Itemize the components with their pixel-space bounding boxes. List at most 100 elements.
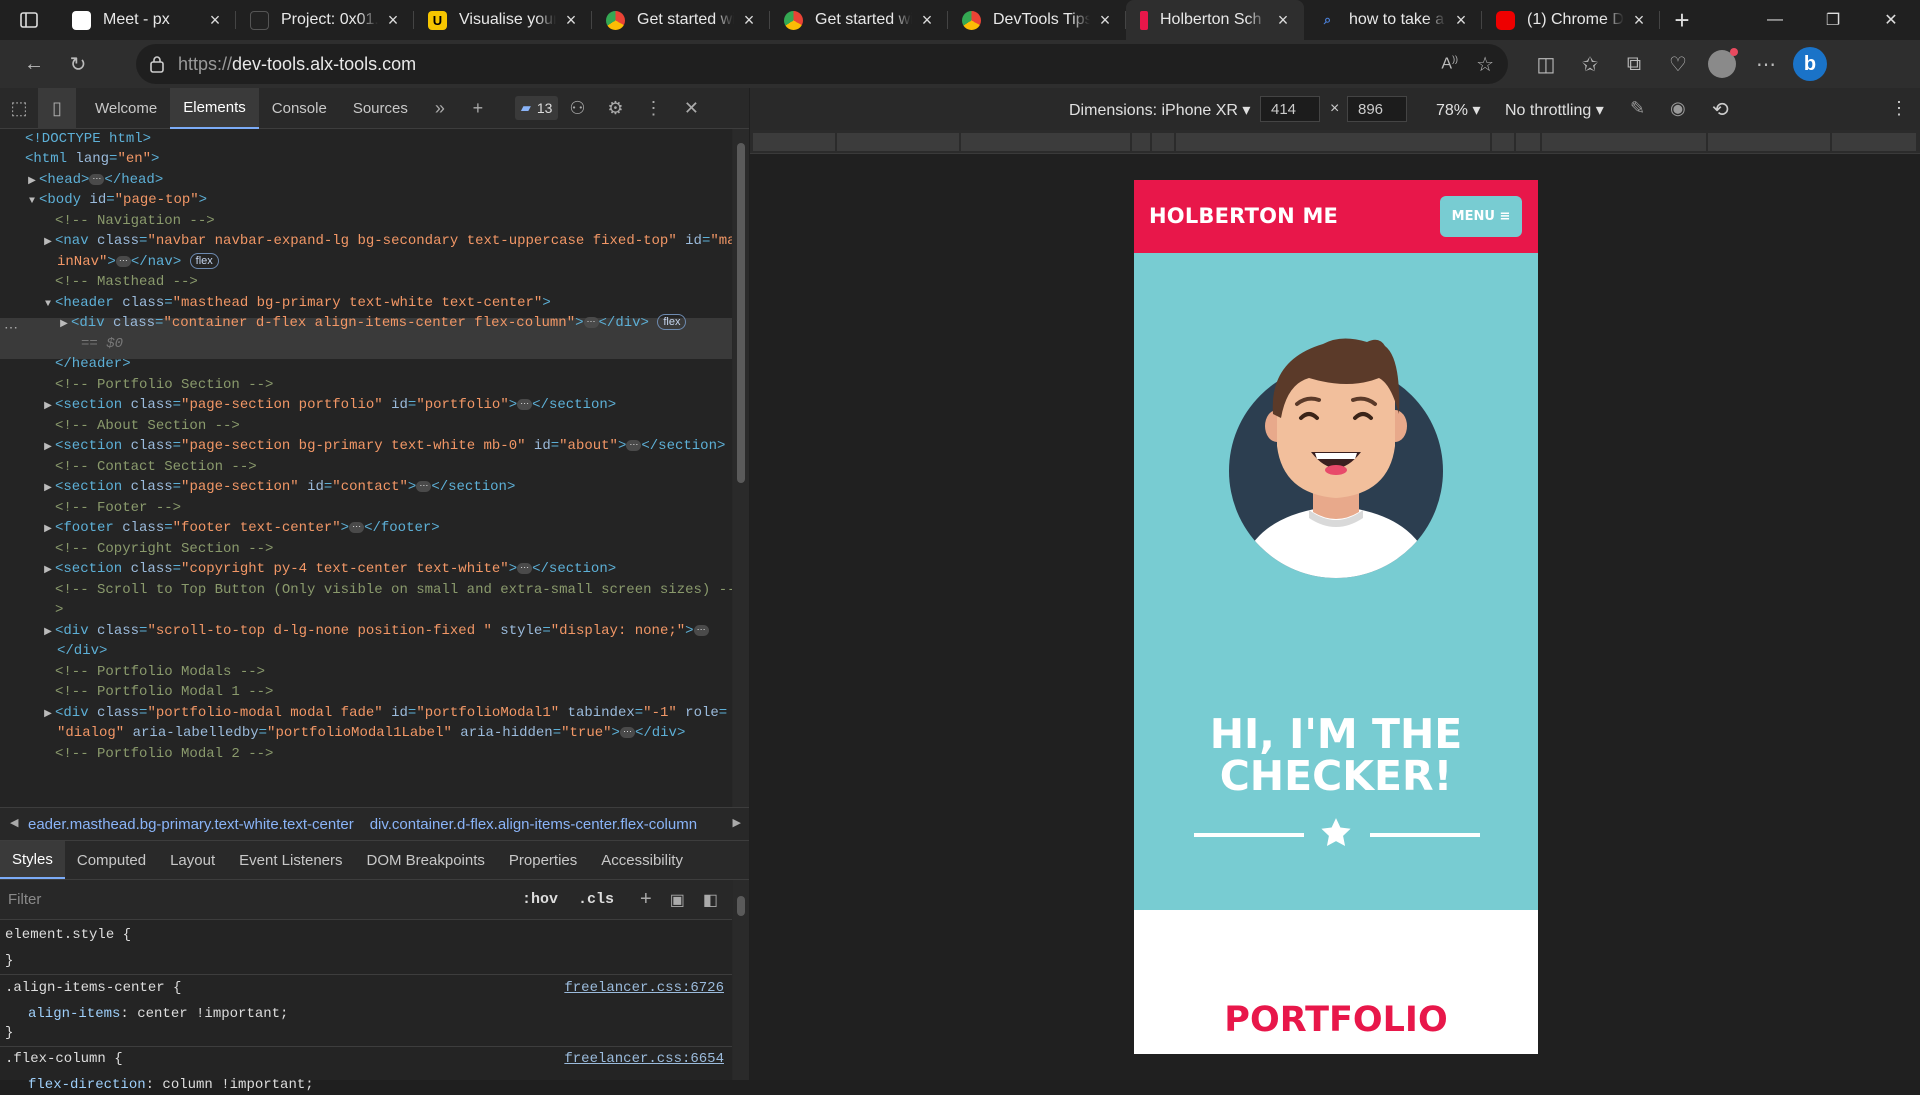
favorite-star-icon[interactable]: ☆: [1476, 52, 1494, 77]
vision-deficiency-icon[interactable]: ◉: [1670, 98, 1686, 119]
breadcrumb-div[interactable]: div.container.d-flex.align-items-center.…: [370, 816, 697, 833]
breadcrumb-header[interactable]: eader.masthead.bg-primary.text-white.tex…: [28, 816, 354, 833]
browser-tab[interactable]: Meet - px ×: [58, 0, 236, 40]
more-menu-icon[interactable]: ⋯: [1744, 44, 1788, 84]
device-more-icon[interactable]: ⋮: [1890, 98, 1908, 119]
new-tab-button[interactable]: +: [1660, 0, 1704, 40]
search-icon: ⌕: [1323, 12, 1332, 27]
device-toolbar-icon[interactable]: ▯: [38, 87, 76, 129]
browser-toolbar: ← ↻ https://dev-tools.alx-tools.com A)) …: [0, 40, 1920, 88]
minimize-icon[interactable]: —: [1746, 0, 1804, 40]
device-width-input[interactable]: 414: [1260, 96, 1320, 122]
chrome-icon: [962, 10, 981, 30]
sensors-icon[interactable]: ✎: [1630, 98, 1645, 119]
menu-button[interactable]: MENU ≡: [1440, 196, 1522, 237]
throttling-select[interactable]: No throttling ▾: [1505, 100, 1604, 120]
network-link-icon[interactable]: ⚇: [558, 88, 596, 129]
device-toolbar: Dimensions: iPhone XR ▾ 414 × 896 78% ▾ …: [750, 88, 1920, 130]
close-tab-icon[interactable]: ×: [1452, 10, 1470, 31]
browser-tab[interactable]: DevTools Tips: ×: [948, 0, 1126, 40]
browser-tab[interactable]: ⌕ how to take a ×: [1304, 0, 1482, 40]
address-bar[interactable]: https://dev-tools.alx-tools.com A)) ☆: [136, 44, 1508, 84]
subtab-accessibility[interactable]: Accessibility: [589, 841, 695, 879]
selected-node-marker: == $0: [81, 336, 124, 352]
chrome-icon: [784, 10, 803, 30]
close-tab-icon[interactable]: ×: [384, 10, 402, 31]
settings-gear-icon[interactable]: ⚙: [596, 88, 634, 129]
tab-title: (1) Chrome De: [1527, 11, 1624, 28]
bing-copilot-icon[interactable]: b: [1788, 44, 1832, 84]
subtab-styles[interactable]: Styles: [0, 841, 65, 879]
tab-elements[interactable]: Elements: [170, 87, 259, 129]
rule-source-link[interactable]: freelancer.css:6654: [564, 1050, 724, 1069]
collections-icon[interactable]: ⧉: [1612, 44, 1656, 84]
close-tab-icon[interactable]: ×: [740, 10, 758, 31]
browser-tab[interactable]: Get started wi ×: [592, 0, 770, 40]
dimension-separator: ×: [1330, 100, 1340, 117]
subtab-layout[interactable]: Layout: [158, 841, 227, 879]
tab-actions-icon[interactable]: [0, 0, 58, 40]
subtab-event-listeners[interactable]: Event Listeners: [227, 841, 354, 879]
browser-tab[interactable]: Project: 0x01. F ×: [236, 0, 414, 40]
new-style-rule-icon[interactable]: +: [640, 888, 652, 911]
hov-toggle[interactable]: :hov: [522, 891, 558, 908]
close-tab-icon[interactable]: ×: [206, 10, 224, 31]
profile-avatar[interactable]: [1700, 44, 1744, 84]
refresh-icon[interactable]: ↻: [56, 44, 100, 84]
split-screen-icon[interactable]: ◫: [1524, 44, 1568, 84]
styles-pane: element.style { } .align-items-center { …: [0, 920, 732, 1093]
browser-essentials-icon[interactable]: ♡: [1656, 44, 1700, 84]
close-tab-icon[interactable]: ×: [562, 10, 580, 31]
inspect-element-icon[interactable]: ⬚: [0, 88, 38, 129]
subtab-dom-breakpoints[interactable]: DOM Breakpoints: [355, 841, 497, 879]
devtools-more-icon[interactable]: ⋮: [634, 88, 672, 129]
node-menu-icon[interactable]: ⋯: [4, 319, 18, 340]
browser-tab-strip: Meet - px × Project: 0x01. F × U Visualise yo…: [0, 0, 1920, 40]
more-tabs-icon[interactable]: »: [421, 88, 459, 129]
close-tab-icon[interactable]: ×: [1274, 10, 1292, 31]
page-brand-link[interactable]: HOLBERTON ME: [1149, 204, 1338, 228]
subtab-computed[interactable]: Computed: [65, 841, 158, 879]
subtab-properties[interactable]: Properties: [497, 841, 589, 879]
issues-counter[interactable]: ▰ 13: [514, 96, 559, 120]
divider-line-left: [1194, 833, 1304, 837]
close-window-icon[interactable]: ✕: [1862, 0, 1920, 40]
back-icon[interactable]: ←: [12, 44, 56, 84]
styles-scrollbar[interactable]: [733, 880, 749, 1080]
favorites-icon[interactable]: ✩: [1568, 44, 1612, 84]
tab-console[interactable]: Console: [259, 88, 340, 129]
close-tab-icon[interactable]: ×: [918, 10, 936, 31]
styles-filter-input[interactable]: Filter: [8, 891, 498, 908]
elements-scrollbar[interactable]: [733, 129, 749, 807]
rule-source-link[interactable]: freelancer.css:6726: [564, 979, 724, 998]
rotate-icon[interactable]: ⟲: [1712, 97, 1729, 122]
breadcrumb-left-icon[interactable]: ◀: [10, 816, 18, 829]
browser-tab[interactable]: U Visualise your ×: [414, 0, 592, 40]
tab-title: Meet - px: [103, 11, 170, 28]
browser-tab[interactable]: Holberton Sch ×: [1126, 0, 1304, 40]
rule-selector: .flex-column {: [5, 1051, 123, 1067]
close-devtools-icon[interactable]: ✕: [672, 88, 710, 129]
element-state-icon[interactable]: ▣: [670, 890, 685, 910]
breadcrumb-right-icon[interactable]: ▶: [733, 816, 741, 829]
close-tab-icon[interactable]: ×: [1096, 10, 1114, 31]
device-dimensions-select[interactable]: Dimensions: iPhone XR ▾: [1069, 100, 1250, 120]
close-tab-icon[interactable]: ×: [1630, 10, 1648, 31]
add-tool-icon[interactable]: +: [459, 88, 497, 129]
star-icon: [1321, 818, 1351, 847]
read-aloud-icon[interactable]: A)): [1441, 54, 1458, 73]
restore-icon[interactable]: ❐: [1804, 0, 1862, 40]
tab-welcome[interactable]: Welcome: [82, 88, 170, 129]
css-declaration[interactable]: align-items: center !important;: [28, 1005, 288, 1024]
tab-title: DevTools Tips:: [993, 11, 1090, 28]
tab-title: Holberton Sch: [1160, 11, 1262, 28]
browser-tab[interactable]: (1) Chrome De ×: [1482, 0, 1660, 40]
zoom-select[interactable]: 78% ▾: [1436, 100, 1481, 120]
media-query-ruler[interactable]: [750, 130, 1920, 154]
device-height-input[interactable]: 896: [1347, 96, 1407, 122]
cls-toggle[interactable]: .cls: [578, 891, 614, 908]
tab-sources[interactable]: Sources: [340, 88, 421, 129]
element-style-selector: element.style {: [5, 927, 132, 943]
browser-tab[interactable]: Get started wi ×: [770, 0, 948, 40]
toggle-sidebar-icon[interactable]: ◧: [703, 890, 718, 910]
